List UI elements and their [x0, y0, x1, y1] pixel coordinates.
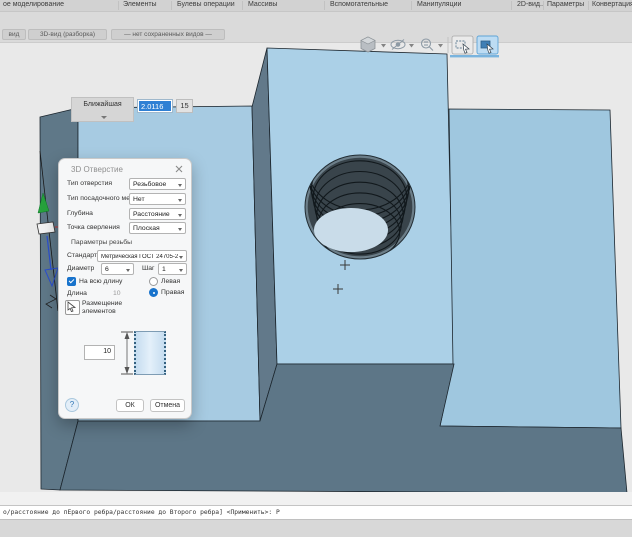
depth-mode-value: Расстояние — [133, 211, 177, 218]
hole-type-value: Резьбовое — [133, 181, 177, 188]
ribbon-tab-arrays[interactable]: Массивы — [248, 1, 277, 8]
dialog-title: 3D Отверстие — [71, 165, 123, 174]
thread-right-radio[interactable] — [149, 288, 158, 297]
thread-left-label: Левая — [161, 278, 180, 285]
visibility-eye-icon[interactable] — [391, 40, 405, 50]
ribbon-separator — [588, 1, 589, 10]
depth-value-input[interactable]: 10 — [84, 345, 115, 360]
diameter-value: 6 — [105, 266, 125, 273]
snap-mode-label: Ближайшая — [72, 101, 133, 108]
ribbon-tab-boolean[interactable]: Булевы операции — [177, 1, 235, 8]
view-cube-icon[interactable] — [361, 37, 375, 52]
distance-input[interactable]: 2.0116 — [137, 99, 173, 113]
ribbon-separator — [511, 1, 512, 10]
snap-mode-button[interactable]: Ближайшая — [71, 97, 134, 122]
visual-style-button[interactable]: 3D-вид (разборка) — [28, 29, 107, 40]
select-crossing-button-active[interactable] — [477, 36, 498, 54]
help-button[interactable]: ? — [65, 398, 79, 412]
standard-select[interactable]: Метрическая ГОСТ 24705-2004 — [97, 250, 187, 262]
axis-handle-box[interactable] — [37, 222, 55, 234]
ribbon-tab-parameters[interactable]: Параметры — [547, 1, 584, 8]
drill-point-label: Точка сверления — [67, 224, 120, 231]
saved-views-button[interactable]: — нет сохраненных видов — — [111, 29, 225, 40]
ribbon-tab-auxiliary[interactable]: Вспомогательные — [330, 1, 388, 8]
canvas-footer-strip — [0, 492, 632, 505]
standard-label: Стандарт — [67, 252, 97, 259]
thread-left-radio[interactable] — [149, 277, 158, 286]
pitch-value: 1 — [162, 266, 178, 273]
pitch-label: Шаг — [142, 265, 155, 272]
drill-point-value: Плоская — [133, 225, 177, 232]
chevron-down-icon — [178, 214, 182, 217]
view-mode-button[interactable]: вид — [2, 29, 26, 40]
hole-type-label: Тип отверстия — [67, 180, 112, 187]
length-label: Длина — [67, 290, 87, 297]
cancel-button[interactable]: Отмена — [150, 399, 185, 412]
chevron-down-icon — [179, 269, 183, 272]
chevron-down-icon[interactable] — [409, 44, 414, 48]
chevron-down-icon[interactable] — [438, 44, 443, 48]
placement-tool-button[interactable] — [65, 300, 80, 315]
chevron-down-icon — [178, 199, 182, 202]
chevron-down-icon — [178, 184, 182, 187]
ribbon-separator — [118, 1, 119, 10]
standard-value: Метрическая ГОСТ 24705-2004 — [101, 254, 178, 260]
chevron-down-icon — [178, 228, 182, 231]
thread-params-group-label: Параметры резьбы — [71, 239, 132, 246]
diameter-select[interactable]: 6 — [101, 263, 134, 275]
thread-right-label: Правая — [161, 289, 184, 296]
diameter-label: Диаметр — [67, 265, 94, 272]
select-window-button[interactable] — [452, 36, 473, 54]
length-value: 10 — [113, 290, 121, 297]
ribbon-separator — [324, 1, 325, 10]
view-tools-toolbar — [353, 34, 503, 58]
full-length-checkbox[interactable] — [67, 277, 76, 286]
command-prompt-text: о/расстояние до пЕрвого ребра/расстояние… — [3, 509, 280, 516]
ribbon-tab-elements[interactable]: Элементы — [123, 1, 157, 8]
thread-preview-graphic — [134, 331, 166, 375]
ribbon-tab-convert[interactable]: Конвертация — [592, 1, 632, 8]
model-face-right-front[interactable] — [440, 109, 621, 428]
hole-type-select[interactable]: Резьбовое — [129, 178, 186, 190]
placement-label: Размещение элементов — [82, 300, 144, 316]
chevron-down-icon — [126, 269, 130, 272]
chevron-down-icon — [101, 116, 107, 119]
ribbon-separator — [411, 1, 412, 10]
viewport-canvas[interactable]: Ближайшая 2.0116 15 3D Отверстие Тип отв… — [0, 42, 632, 493]
depth-mode-label: Глубина — [67, 210, 93, 217]
cursor-arrow-icon — [66, 301, 77, 312]
ribbon-tab-manipulate[interactable]: Манипуляции — [417, 1, 461, 8]
chevron-down-icon[interactable] — [381, 44, 386, 48]
ribbon-separator — [171, 1, 172, 10]
ribbon-tab-modeling[interactable]: ое моделирование — [3, 1, 64, 8]
distance-value-selected: 2.0116 — [139, 101, 171, 111]
bottom-band — [0, 519, 632, 537]
pitch-select[interactable]: 1 — [158, 263, 187, 275]
close-icon[interactable] — [175, 165, 183, 173]
chevron-down-icon — [179, 256, 183, 259]
full-length-label: На всю длину — [79, 278, 122, 285]
drill-point-select[interactable]: Плоская — [129, 222, 186, 234]
ok-button[interactable]: ОК — [116, 399, 144, 412]
secondary-value-field[interactable]: 15 — [176, 99, 193, 113]
hole-bottom-highlight — [314, 208, 388, 252]
ribbon-separator — [242, 1, 243, 10]
command-line-bar[interactable]: о/расстояние до пЕрвого ребра/расстояние… — [0, 505, 632, 519]
seat-type-select[interactable]: Нет — [129, 193, 186, 205]
active-group-underline — [450, 55, 499, 57]
zoom-search-icon[interactable] — [422, 39, 434, 51]
seat-type-value: Нет — [133, 196, 177, 203]
hole-dialog: 3D Отверстие Тип отверстия Резьбовое Тип… — [58, 158, 192, 419]
depth-mode-select[interactable]: Расстояние — [129, 208, 186, 220]
ribbon-separator — [543, 1, 544, 10]
ribbon-tab-bar: ое моделирование Элементы Булевы операци… — [0, 0, 632, 12]
ribbon-tab-2d-view[interactable]: 2D-вид.. — [517, 1, 544, 8]
